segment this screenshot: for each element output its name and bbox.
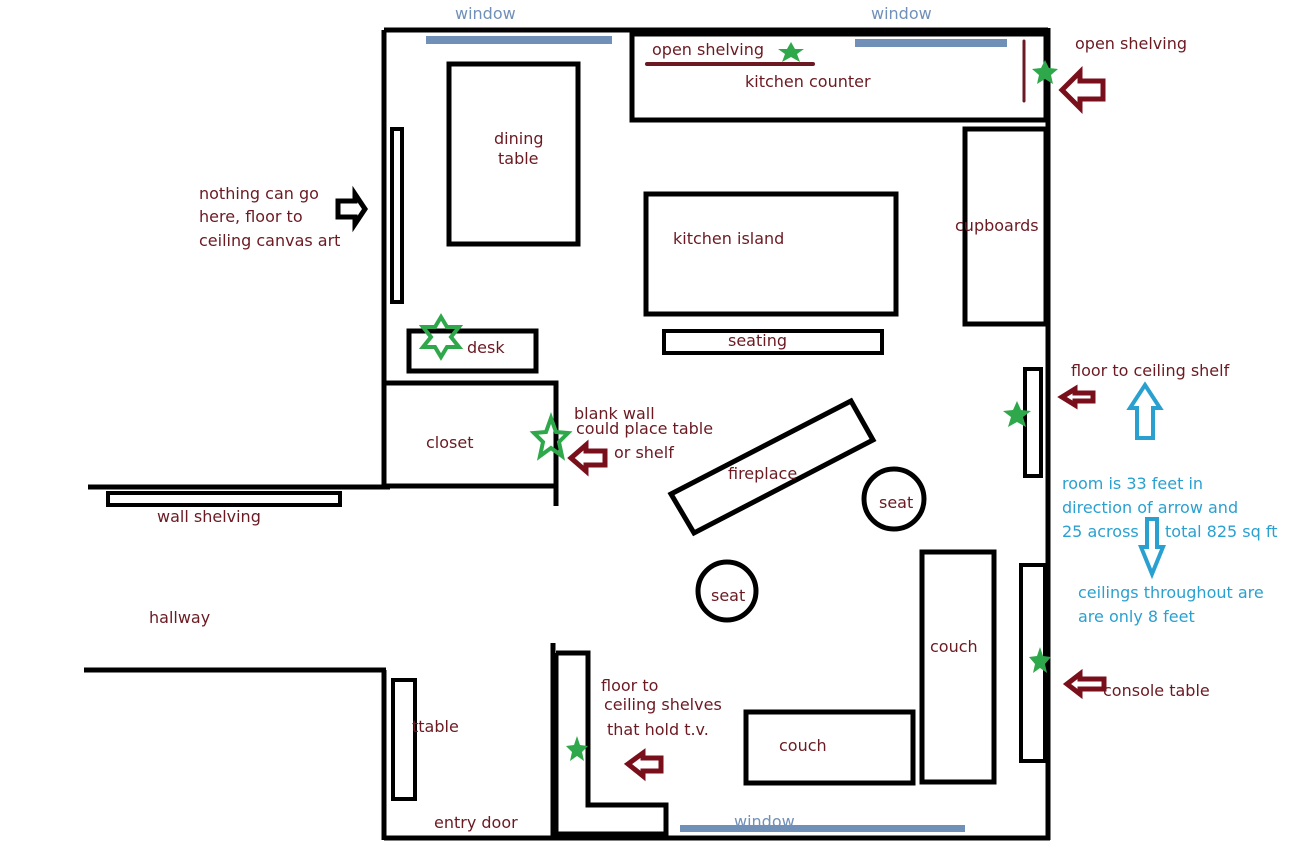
star-of-david-icon <box>418 313 464 361</box>
fireplace-label: fireplace <box>728 464 797 483</box>
dining-table-label-1: dining <box>494 129 543 148</box>
seat-label: seat <box>711 586 745 605</box>
entry-door-label: entry door <box>434 813 518 832</box>
window-bottom <box>680 825 965 832</box>
tv-shelves-note-3: that hold t.v. <box>607 720 709 739</box>
blank-wall-note-3: or shelf <box>614 443 674 462</box>
blank-wall-note-2: could place table <box>576 419 713 438</box>
wall-shelving-label: wall shelving <box>157 507 261 526</box>
floor-plan: window window window open shelving kitch… <box>84 4 1278 841</box>
floor-to-ceiling-shelf <box>1023 367 1043 478</box>
arrow-left-icon <box>1058 65 1106 115</box>
room-size-note-4: total 825 sq ft <box>1165 522 1278 541</box>
dining-table-label-2: table <box>498 149 539 168</box>
seat-label: seat <box>879 493 913 512</box>
shelf-note: floor to ceiling shelf <box>1071 361 1230 380</box>
seating-label: seating <box>728 331 787 350</box>
arrow-right-icon <box>335 185 369 233</box>
desk-label: desk <box>467 338 505 357</box>
canvas-art-note-2: here, floor to <box>199 207 303 226</box>
table-label: ttable <box>412 717 459 736</box>
couch-label: couch <box>930 637 978 656</box>
couch-vertical <box>919 549 997 785</box>
couch-label: couch <box>779 736 827 755</box>
window-label: window <box>734 812 795 831</box>
open-shelving-note: open shelving <box>1075 34 1187 53</box>
kitchen-island <box>643 191 899 317</box>
open-shelving-label: open shelving <box>652 40 764 59</box>
console-table-note: console table <box>1103 681 1210 700</box>
kitchen-island-label: kitchen island <box>673 229 784 248</box>
window-top-right <box>855 39 1007 47</box>
ceilings-note-1: ceilings throughout are <box>1078 583 1264 602</box>
canvas-art-note-3: ceiling canvas art <box>199 231 340 250</box>
hallway-label: hallway <box>149 608 210 627</box>
arrow-left-icon <box>1057 384 1096 410</box>
canvas-art-panel <box>390 127 404 304</box>
ceilings-note-2: are only 8 feet <box>1078 607 1195 626</box>
couch-horizontal <box>743 709 916 786</box>
arrow-left-icon <box>567 439 608 477</box>
closet-label: closet <box>426 433 473 452</box>
star-icon <box>778 42 804 62</box>
window-label: window <box>871 4 932 23</box>
tv-shelves-note-1: floor to <box>601 676 658 695</box>
tv-shelves-note-2: ceiling shelves <box>604 695 722 714</box>
window-label: window <box>455 4 516 23</box>
kitchen-counter-label: kitchen counter <box>745 72 871 91</box>
room-size-note-1: room is 33 feet in <box>1062 474 1203 493</box>
arrow-left-icon <box>1062 668 1107 700</box>
star-icon <box>529 412 573 461</box>
room-size-note-3: 25 across <box>1062 522 1139 541</box>
wall-shelving <box>106 491 342 507</box>
arrow-left-icon <box>623 748 664 782</box>
star-icon <box>566 736 588 761</box>
arrow-down-icon <box>1138 517 1166 580</box>
room-size-note-2: direction of arrow and <box>1062 498 1238 517</box>
window-top-left <box>426 36 612 44</box>
canvas-art-note-1: nothing can go <box>199 184 319 203</box>
entry-table <box>391 678 417 801</box>
cupboards-label: cupboards <box>955 216 1039 235</box>
arrow-up-icon <box>1126 381 1164 440</box>
